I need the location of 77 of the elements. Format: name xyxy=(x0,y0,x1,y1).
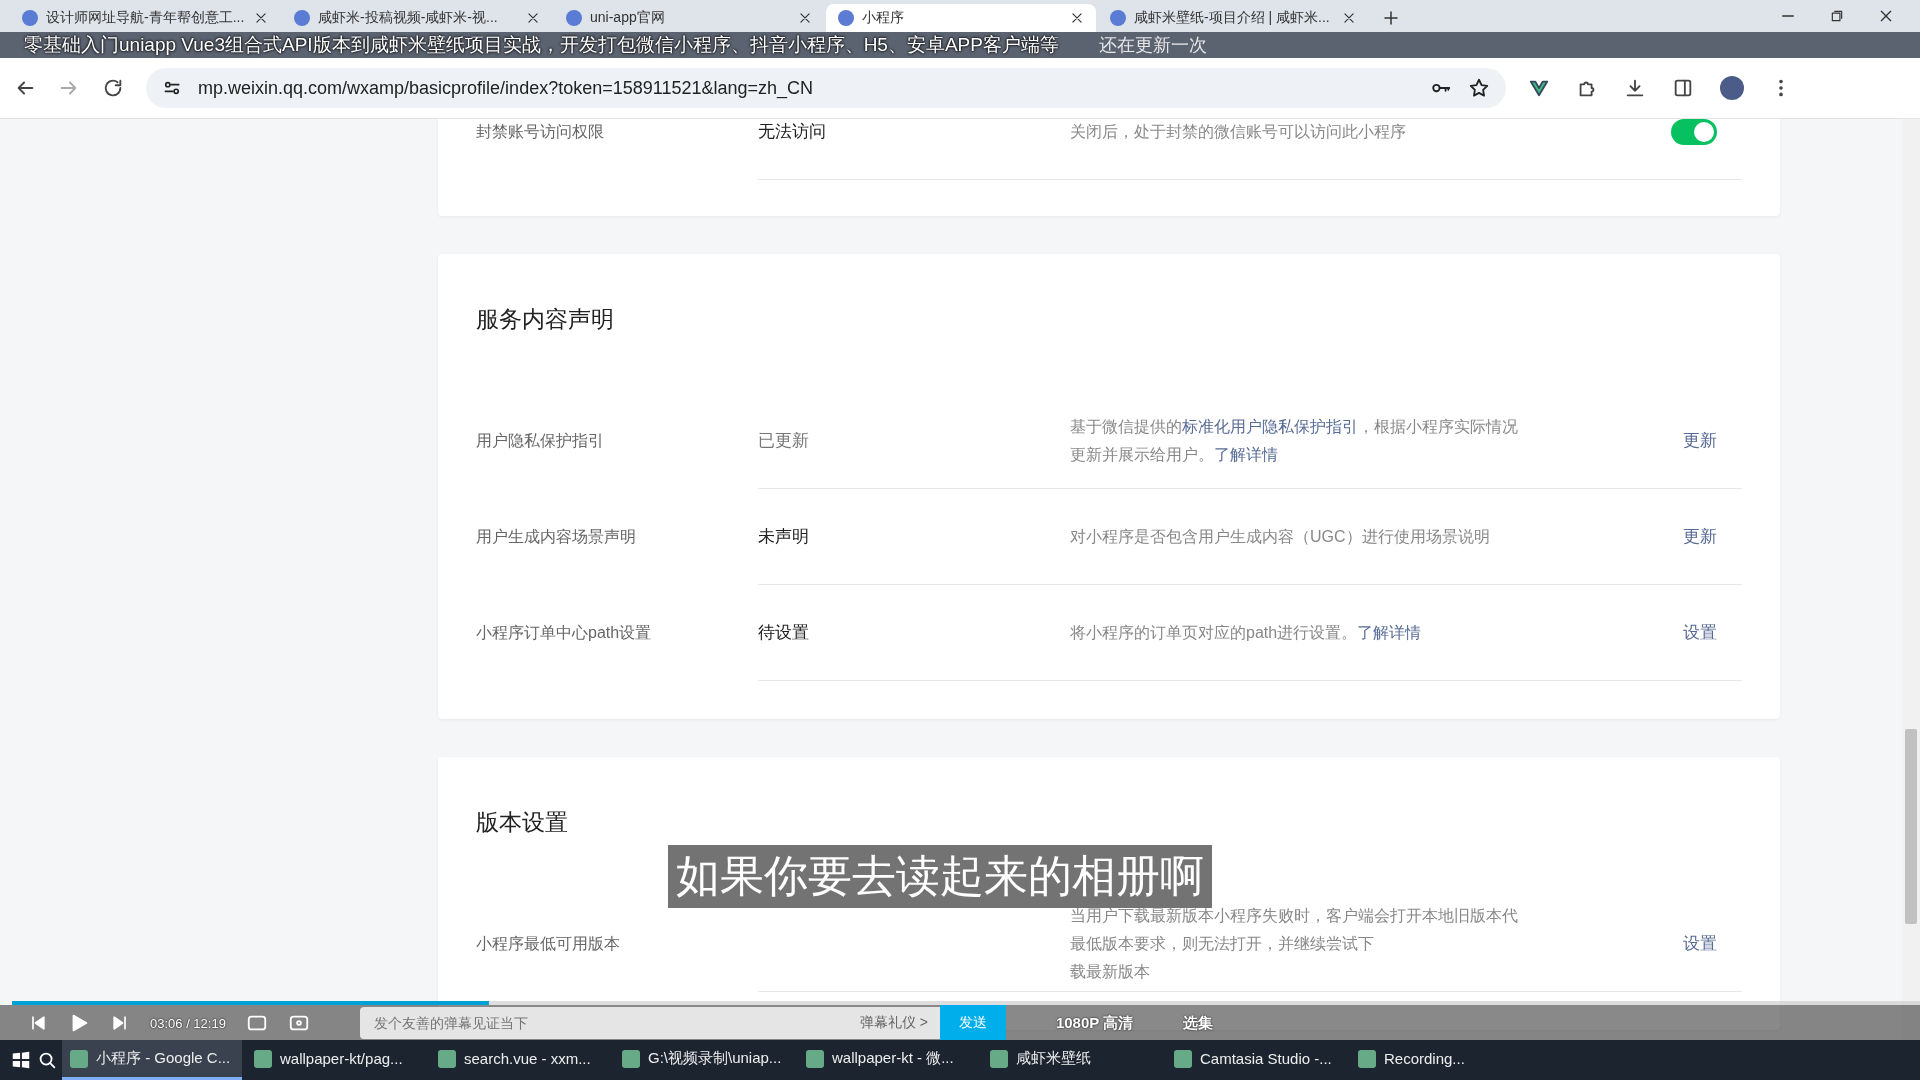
toggle-switch[interactable] xyxy=(1671,119,1717,145)
setting-label: 用户隐私保护指引 xyxy=(476,430,605,451)
danmaku-input[interactable]: 发个友善的弹幕见证当下 弹幕礼仪 > xyxy=(359,1007,940,1039)
app-icon xyxy=(1174,1049,1192,1068)
browser-tab[interactable]: uni-app官网 xyxy=(554,4,824,32)
setting-description: 更新并展示给用户。了解详情 xyxy=(1070,444,1279,465)
setting-label: 封禁账号访问权限 xyxy=(476,121,605,142)
close-icon[interactable] xyxy=(526,11,540,25)
taskbar-item[interactable]: Recording... xyxy=(1350,1040,1530,1080)
app-icon xyxy=(622,1049,640,1068)
taskbar-item[interactable]: Camtasia Studio -... xyxy=(1166,1040,1346,1080)
plus-icon[interactable] xyxy=(1382,9,1400,27)
link[interactable]: 了解详情 xyxy=(1357,623,1422,641)
favicon-icon xyxy=(294,10,310,26)
danmaku-comment: 还在更新一次 xyxy=(1098,34,1207,57)
section-title: 服务内容声明 xyxy=(476,305,615,334)
avatar-icon[interactable] xyxy=(1720,76,1744,100)
reload-icon[interactable] xyxy=(102,77,124,99)
setting-description: 将小程序的订单页对应的path进行设置。了解详情 xyxy=(1070,622,1423,643)
windows-icon[interactable] xyxy=(10,1049,32,1071)
close-icon[interactable] xyxy=(254,11,268,25)
restore-icon[interactable] xyxy=(1830,9,1844,23)
section-title: 版本设置 xyxy=(476,808,569,837)
browser-tab[interactable]: 咸虾米壁纸-项目介绍 | 咸虾米... xyxy=(1098,4,1368,32)
etiquette-link[interactable]: 弹幕礼仪 > xyxy=(859,1014,928,1032)
setting-status: 已更新 xyxy=(758,430,810,452)
setting-description: 当用户下载最新版本小程序失败时，客户端会打开本地旧版本代 xyxy=(1070,905,1519,926)
setting-status: 未声明 xyxy=(758,526,810,548)
quality-button[interactable]: 1080P 高清 xyxy=(1055,1013,1134,1033)
setting-label: 用户生成内容场景声明 xyxy=(476,526,637,547)
taskbar-item[interactable]: 咸虾米壁纸 xyxy=(982,1040,1162,1080)
close-icon[interactable] xyxy=(1342,11,1356,25)
setting-description: 基于微信提供的标准化用户隐私保护指引，根据小程序实际情况 xyxy=(1070,416,1519,437)
favicon-icon xyxy=(566,10,582,26)
episodes-button[interactable]: 选集 xyxy=(1183,1013,1214,1033)
app-icon xyxy=(806,1049,824,1068)
app-icon xyxy=(254,1049,272,1068)
favicon-icon xyxy=(1110,10,1126,26)
taskbar-item[interactable]: 小程序 - Google C... xyxy=(62,1040,242,1080)
close-icon[interactable] xyxy=(1070,11,1084,25)
setting-description: 最低版本要求，则无法打开，并继续尝试下 xyxy=(1070,933,1375,954)
favicon-icon xyxy=(22,10,38,26)
browser-tab[interactable]: 咸虾米-投稿视频-咸虾米-视... xyxy=(282,4,552,32)
taskbar-item[interactable]: search.vue - xxm... xyxy=(430,1040,610,1080)
star-icon[interactable] xyxy=(1468,77,1490,99)
app-icon xyxy=(438,1049,456,1068)
link[interactable]: 了解详情 xyxy=(1214,445,1278,463)
video-title: 零基础入门uniapp Vue3组合式API版本到咸虾米壁纸项目实战，开发打包微信小程序、抖音小程序、H5、安卓APP客户端等 xyxy=(24,33,1059,57)
playback-time: 03:06 / 12:19 xyxy=(150,1015,226,1031)
setting-description: 对小程序是否包含用户生成内容（UGC）进行使用场景说明 xyxy=(1070,526,1491,547)
link[interactable]: 标准化用户隐私保护指引 xyxy=(1182,417,1358,435)
taskbar-item[interactable]: G:\视频录制\uniap... xyxy=(614,1040,794,1080)
setting-label: 小程序最低可用版本 xyxy=(476,933,621,954)
close-icon[interactable] xyxy=(1878,8,1894,24)
video-subtitle: 如果你要去读起来的相册啊 xyxy=(668,845,1212,908)
download-icon[interactable] xyxy=(1624,77,1646,99)
setting-status: 无法访问 xyxy=(758,121,827,143)
sidebar-icon[interactable] xyxy=(1672,77,1694,99)
address-bar[interactable]: mp.weixin.qq.com/wxamp/basicprofile/index?token=158911521&lang=zh_CN xyxy=(146,68,1506,108)
app-icon xyxy=(70,1049,88,1068)
taskbar-item[interactable]: wallpaper-kt - 微... xyxy=(798,1040,978,1080)
taskbar-item[interactable]: wallpaper-kt/pag... xyxy=(246,1040,426,1080)
app-icon xyxy=(1358,1049,1376,1068)
setting-description: 载最新版本 xyxy=(1070,961,1151,982)
favicon-icon xyxy=(838,10,854,26)
action-link[interactable]: 设置 xyxy=(1597,621,1742,644)
action-link[interactable]: 更新 xyxy=(1597,525,1742,548)
setting-status: 待设置 xyxy=(758,622,810,644)
browser-tab[interactable]: 设计师网址导航-青年帮创意工... xyxy=(10,4,280,32)
scrollbar-thumb[interactable] xyxy=(1905,729,1917,924)
setting-label: 小程序订单中心path设置 xyxy=(476,622,653,643)
close-icon[interactable] xyxy=(798,11,812,25)
app-icon xyxy=(990,1049,1008,1068)
action-link[interactable]: 更新 xyxy=(1597,429,1742,452)
browser-tab[interactable]: 小程序 xyxy=(826,4,1096,32)
setting-description: 关闭后，处于封禁的微信账号可以访问此小程序 xyxy=(1070,121,1407,142)
action-link[interactable]: 设置 xyxy=(1597,932,1742,955)
